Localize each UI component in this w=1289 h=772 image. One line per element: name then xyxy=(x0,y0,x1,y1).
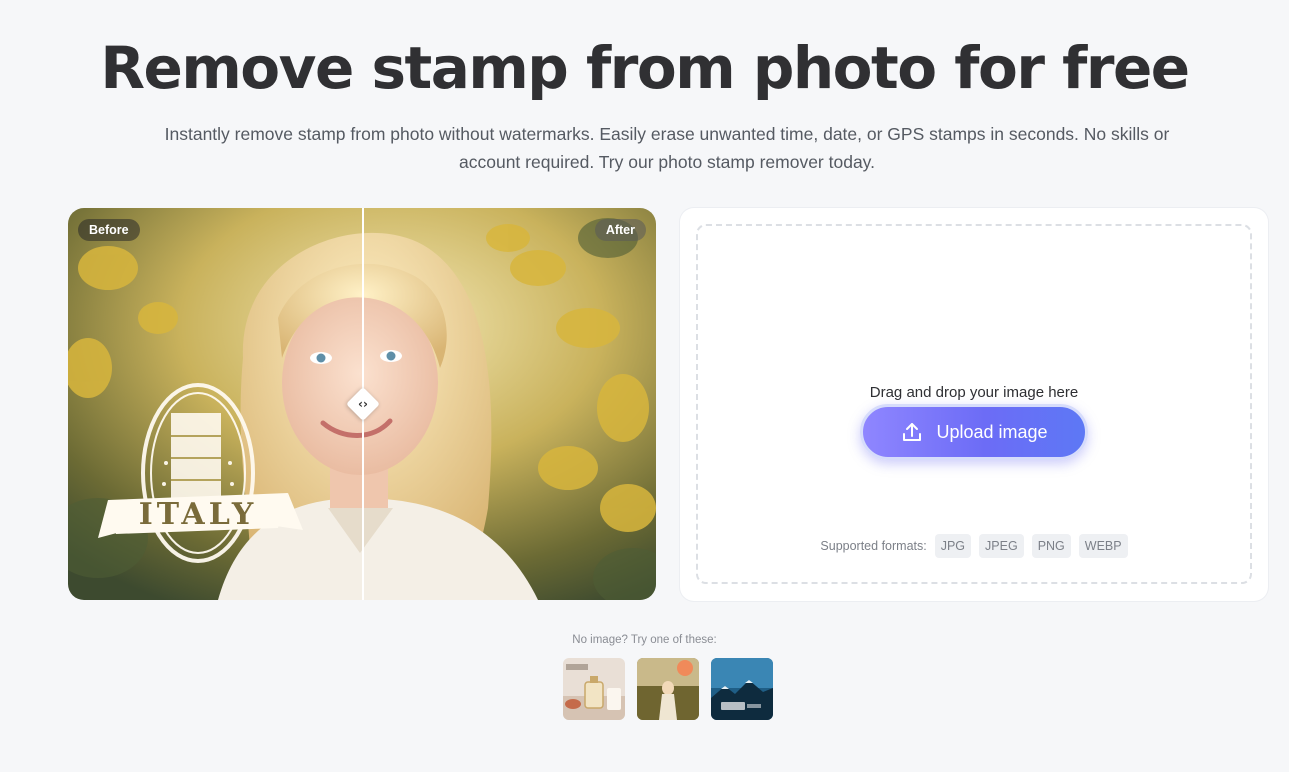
format-badge-png: PNG xyxy=(1031,534,1071,558)
sample-thumbnails xyxy=(563,658,773,720)
upload-icon xyxy=(903,423,922,441)
supported-formats: Supported formats: JPG JPEG PNG WEBP xyxy=(698,534,1250,558)
before-label: Before xyxy=(78,219,140,241)
page-subtitle: Instantly remove stamp from photo withou… xyxy=(164,124,1170,172)
samples-label: No image? Try one of these: xyxy=(572,634,717,646)
format-badge-webp: WEBP xyxy=(1078,534,1128,558)
sample-image-field[interactable] xyxy=(637,658,699,720)
formats-label: Supported formats: xyxy=(820,539,927,553)
upload-image-button[interactable]: Upload image xyxy=(860,404,1088,460)
before-after-comparison[interactable]: ITALY Before After ‹› xyxy=(68,208,656,600)
after-label: After xyxy=(594,219,646,241)
upload-panel: Drag and drop your image here Upload ima… xyxy=(680,208,1268,601)
chevrons-icon[interactable]: ‹› xyxy=(351,392,375,416)
drop-text: Drag and drop your image here xyxy=(869,384,1079,401)
sample-image-mountain[interactable] xyxy=(711,658,773,720)
upload-button-label: Upload image xyxy=(936,421,1048,442)
stamp-text: ITALY xyxy=(139,497,258,532)
sample-image-perfume[interactable] xyxy=(563,658,625,720)
format-badge-jpeg: JPEG xyxy=(979,534,1024,558)
format-badge-jpg: JPG xyxy=(934,534,972,558)
dropzone[interactable]: Drag and drop your image here Upload ima… xyxy=(696,224,1252,584)
page-title: Remove stamp from photo for free xyxy=(100,34,1190,102)
